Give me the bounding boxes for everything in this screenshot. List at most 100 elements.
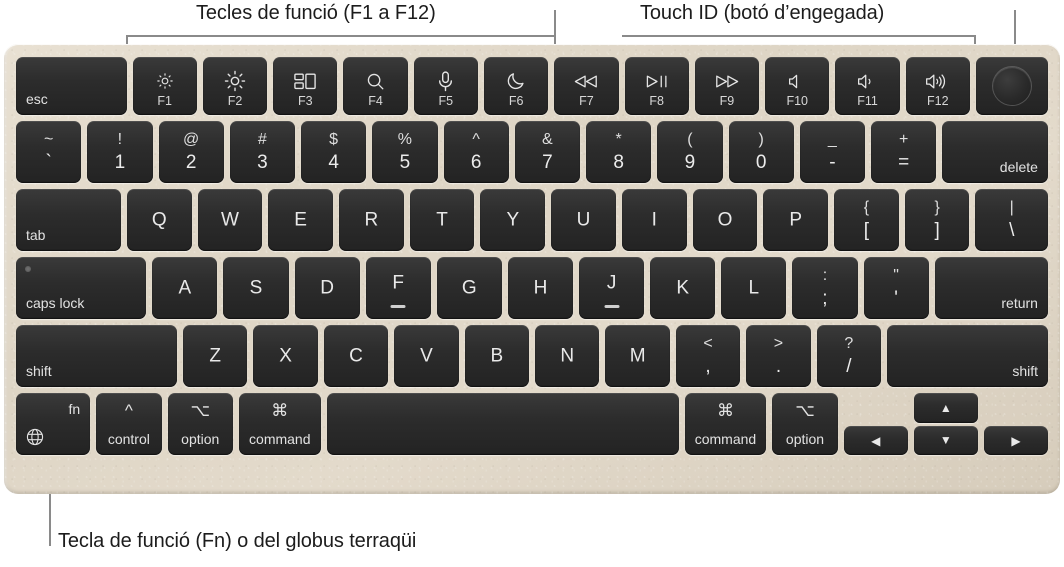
key-slash[interactable]: ? / [816, 325, 882, 387]
key-backslash[interactable]: | \ [975, 189, 1048, 251]
touch-id-icon [992, 67, 1031, 105]
key-bracket-right[interactable]: } ] [904, 189, 970, 251]
key-digit-3[interactable]: # 3 [229, 121, 295, 183]
key-return-label: return [1001, 295, 1038, 311]
key-arrow-right[interactable]: ▶ [983, 426, 1049, 455]
key-letter-j[interactable]: J [579, 257, 645, 319]
key-digit-5[interactable]: % 5 [372, 121, 438, 183]
key-f2[interactable]: F2 [202, 57, 268, 115]
key-letter-m[interactable]: M [605, 325, 670, 387]
key-letter-t[interactable]: T [409, 189, 475, 251]
key-letter-i[interactable]: I [621, 189, 687, 251]
key-f8[interactable]: F8 [624, 57, 689, 115]
key-command-right[interactable]: ⌘ command [684, 393, 767, 455]
key-letter-e-label: E [294, 209, 307, 231]
leader-line-fn-key-stem [49, 490, 51, 546]
key-digit-5-upper: % [397, 131, 412, 148]
key-f5[interactable]: F5 [413, 57, 478, 115]
key-equals[interactable]: + = [871, 121, 937, 183]
key-digit-9[interactable]: ( 9 [657, 121, 723, 183]
key-f11[interactable]: F11 [835, 57, 900, 115]
key-touch-id[interactable] [975, 57, 1048, 115]
key-digit-3-lower: 3 [257, 152, 268, 173]
key-comma[interactable]: < , [675, 325, 741, 387]
key-semicolon[interactable]: : ; [792, 257, 858, 319]
key-f11-label: F11 [857, 93, 878, 108]
key-letter-n[interactable]: N [535, 325, 600, 387]
key-quote[interactable]: " ' [863, 257, 929, 319]
do-not-disturb-moon-icon [484, 70, 548, 92]
key-letter-w[interactable]: W [197, 189, 263, 251]
key-letter-d[interactable]: D [294, 257, 360, 319]
key-letter-x[interactable]: X [253, 325, 318, 387]
key-letter-u[interactable]: U [551, 189, 616, 251]
key-option-left[interactable]: ⌥ option [167, 393, 233, 455]
key-digit-7-lower: 7 [542, 152, 553, 173]
key-letter-e[interactable]: E [268, 189, 333, 251]
key-letter-r[interactable]: R [339, 189, 404, 251]
key-delete[interactable]: delete [942, 121, 1048, 183]
key-f3[interactable]: F3 [273, 57, 338, 115]
key-bracket-left[interactable]: { [ [834, 189, 899, 251]
key-digit-8[interactable]: * 8 [586, 121, 652, 183]
control-caret-icon: ^ [124, 401, 133, 420]
key-letter-c[interactable]: C [323, 325, 389, 387]
key-f6[interactable]: F6 [483, 57, 549, 115]
key-digit-9-upper: ( [687, 131, 693, 148]
key-shift-left[interactable]: shift [16, 325, 177, 387]
key-digit-1[interactable]: ! 1 [87, 121, 153, 183]
key-return[interactable]: return [934, 257, 1048, 319]
key-fn[interactable]: fn [16, 393, 91, 455]
key-tab[interactable]: tab [16, 189, 121, 251]
key-option-right[interactable]: ⌥ option [772, 393, 838, 455]
key-letter-q[interactable]: Q [126, 189, 192, 251]
volume-mute-icon [765, 70, 829, 92]
key-equals-upper: + [898, 131, 909, 148]
key-f4[interactable]: F4 [343, 57, 408, 115]
key-letter-a[interactable]: A [152, 257, 218, 319]
key-f6-label: F6 [508, 93, 524, 108]
key-period[interactable]: > . [746, 325, 811, 387]
key-caps-lock[interactable]: caps lock [16, 257, 147, 319]
key-letter-b[interactable]: B [464, 325, 530, 387]
key-digit-4[interactable]: $ 4 [301, 121, 367, 183]
key-letter-l[interactable]: L [721, 257, 787, 319]
key-f10[interactable]: F10 [765, 57, 830, 115]
key-esc[interactable]: esc [16, 57, 127, 115]
key-digit-7[interactable]: & 7 [514, 121, 580, 183]
key-letter-f[interactable]: F [365, 257, 431, 319]
key-shift-right[interactable]: shift [887, 325, 1049, 387]
key-arrow-up[interactable]: ▲ [913, 393, 978, 423]
spotlight-search-icon [343, 70, 407, 92]
key-digit-0[interactable]: ) 0 [728, 121, 794, 183]
key-hyphen[interactable]: _ - [799, 121, 865, 183]
key-f7[interactable]: F7 [554, 57, 619, 115]
key-arrow-down[interactable]: ▼ [913, 425, 978, 455]
key-space-bar[interactable] [326, 393, 679, 455]
key-backtick[interactable]: ~ ` [16, 121, 82, 183]
key-f1[interactable]: F1 [132, 57, 197, 115]
key-arrow-left[interactable]: ◀ [843, 426, 908, 455]
key-letter-y[interactable]: Y [480, 189, 546, 251]
key-letter-o[interactable]: O [692, 189, 758, 251]
key-letter-v[interactable]: V [394, 325, 459, 387]
key-letter-h[interactable]: H [507, 257, 573, 319]
key-digit-6[interactable]: ^ 6 [443, 121, 509, 183]
key-command-left[interactable]: ⌘ command [238, 393, 321, 455]
key-f12[interactable]: F12 [905, 57, 970, 115]
bracket-function-keys-horizontal [126, 35, 556, 37]
key-control[interactable]: ^ control [96, 393, 162, 455]
key-letter-p[interactable]: P [763, 189, 829, 251]
key-letter-k[interactable]: K [650, 257, 716, 319]
key-letter-z-label: Z [209, 345, 221, 367]
key-letter-t-label: T [436, 209, 448, 231]
key-letter-c-label: C [349, 345, 363, 367]
key-digit-2[interactable]: @ 2 [158, 121, 224, 183]
key-letter-z[interactable]: Z [183, 325, 248, 387]
key-letter-g[interactable]: G [436, 257, 502, 319]
key-f9[interactable]: F9 [694, 57, 760, 115]
key-letter-s[interactable]: S [223, 257, 289, 319]
key-control-label: control [107, 431, 150, 447]
key-backslash-lower: \ [1009, 220, 1015, 241]
key-letter-x-label: X [279, 345, 292, 367]
